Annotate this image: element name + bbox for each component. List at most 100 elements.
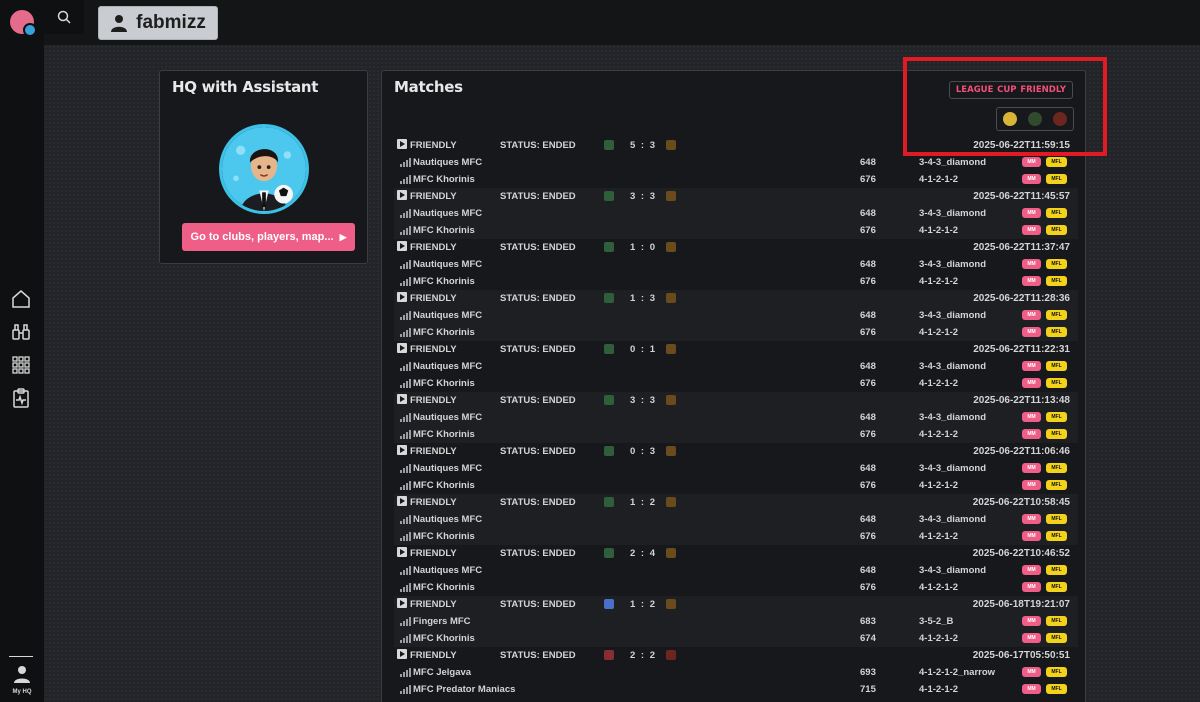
mm-badge[interactable]: MM xyxy=(1022,463,1041,473)
mfl-badge[interactable]: MFL xyxy=(1046,259,1067,269)
mfl-badge[interactable]: MFL xyxy=(1046,412,1067,422)
play-icon[interactable] xyxy=(397,139,407,149)
mm-badge[interactable]: MM xyxy=(1022,157,1041,167)
match-item[interactable]: FRIENDLY STATUS: ENDED 5 : 3 2025-06-22T… xyxy=(394,137,1078,188)
home-team-name[interactable]: Nautiques MFC xyxy=(413,514,482,525)
mm-badge[interactable]: MM xyxy=(1022,259,1041,269)
mfl-badge[interactable]: MFL xyxy=(1046,276,1067,286)
play-icon[interactable] xyxy=(397,241,407,251)
league-trophy-icon[interactable] xyxy=(1002,112,1017,126)
mfl-badge[interactable]: MFL xyxy=(1046,633,1067,643)
play-icon[interactable] xyxy=(397,496,407,506)
mm-badge[interactable]: MM xyxy=(1022,616,1041,626)
mm-badge[interactable]: MM xyxy=(1022,208,1041,218)
my-hq-button[interactable]: My HQ xyxy=(8,664,36,695)
mfl-badge[interactable]: MFL xyxy=(1046,531,1067,541)
mm-badge[interactable]: MM xyxy=(1022,378,1041,388)
clipboard-pulse-icon[interactable] xyxy=(10,387,32,409)
go-to-clubs-button[interactable]: Go to clubs, players, map... ▶ xyxy=(182,223,355,251)
play-icon[interactable] xyxy=(397,190,407,200)
mfl-badge[interactable]: MFL xyxy=(1046,208,1067,218)
match-item[interactable]: FRIENDLY STATUS: ENDED 3 : 3 2025-06-22T… xyxy=(394,392,1078,443)
mm-badge[interactable]: MM xyxy=(1022,514,1041,524)
away-team-name[interactable]: MFC Khorinis xyxy=(413,633,475,644)
play-icon[interactable] xyxy=(397,547,407,557)
away-team-name[interactable]: MFC Khorinis xyxy=(413,225,475,236)
home-team-name[interactable]: Fingers MFC xyxy=(413,616,471,627)
mfl-badge[interactable]: MFL xyxy=(1046,429,1067,439)
mm-badge[interactable]: MM xyxy=(1022,412,1041,422)
home-team-name[interactable]: Nautiques MFC xyxy=(413,565,482,576)
mfl-badge[interactable]: MFL xyxy=(1046,225,1067,235)
mm-badge[interactable]: MM xyxy=(1022,327,1041,337)
home-team-name[interactable]: Nautiques MFC xyxy=(413,259,482,270)
mm-badge[interactable]: MM xyxy=(1022,633,1041,643)
home-team-name[interactable]: Nautiques MFC xyxy=(413,310,482,321)
mfl-badge[interactable]: MFL xyxy=(1046,565,1067,575)
mm-badge[interactable]: MM xyxy=(1022,684,1041,694)
mfl-badge[interactable]: MFL xyxy=(1046,684,1067,694)
mm-badge[interactable]: MM xyxy=(1022,429,1041,439)
match-item[interactable]: FRIENDLY STATUS: ENDED 2 : 4 2025-06-22T… xyxy=(394,545,1078,596)
match-item[interactable]: FRIENDLY STATUS: ENDED 2 : 2 2025-06-17T… xyxy=(394,647,1078,698)
play-icon[interactable] xyxy=(397,598,407,608)
filter-cup[interactable]: CUP xyxy=(997,85,1016,95)
match-item[interactable]: FRIENDLY STATUS: ENDED 1 : 0 2025-06-22T… xyxy=(394,239,1078,290)
play-icon[interactable] xyxy=(397,649,407,659)
match-item[interactable]: FRIENDLY STATUS: ENDED 1 : 2 2025-06-18T… xyxy=(394,596,1078,647)
play-icon[interactable] xyxy=(397,394,407,404)
play-icon[interactable] xyxy=(397,343,407,353)
grid-icon[interactable] xyxy=(10,354,32,376)
profile-avatar[interactable] xyxy=(10,10,37,37)
mm-badge[interactable]: MM xyxy=(1022,276,1041,286)
play-icon[interactable] xyxy=(397,292,407,302)
filter-friendly[interactable]: FRIENDLY xyxy=(1020,85,1066,95)
mfl-badge[interactable]: MFL xyxy=(1046,310,1067,320)
mm-badge[interactable]: MM xyxy=(1022,582,1041,592)
mm-badge[interactable]: MM xyxy=(1022,310,1041,320)
mfl-badge[interactable]: MFL xyxy=(1046,667,1067,677)
home-team-name[interactable]: Nautiques MFC xyxy=(413,463,482,474)
mfl-badge[interactable]: MFL xyxy=(1046,378,1067,388)
away-team-name[interactable]: MFC Khorinis xyxy=(413,327,475,338)
mfl-badge[interactable]: MFL xyxy=(1046,582,1067,592)
away-team-name[interactable]: MFC Khorinis xyxy=(413,531,475,542)
mm-badge[interactable]: MM xyxy=(1022,174,1041,184)
away-team-name[interactable]: MFC Khorinis xyxy=(413,429,475,440)
home-team-name[interactable]: Nautiques MFC xyxy=(413,157,482,168)
mm-badge[interactable]: MM xyxy=(1022,667,1041,677)
match-item[interactable]: FRIENDLY STATUS: ENDED 1 : 3 2025-06-22T… xyxy=(394,290,1078,341)
mfl-badge[interactable]: MFL xyxy=(1046,480,1067,490)
away-team-name[interactable]: MFC Predator Maniacs xyxy=(413,684,515,695)
friendly-crest-icon[interactable] xyxy=(1053,112,1068,126)
mfl-badge[interactable]: MFL xyxy=(1046,616,1067,626)
home-team-name[interactable]: Nautiques MFC xyxy=(413,412,482,423)
match-item[interactable]: FRIENDLY STATUS: ENDED 1 : 2 2025-06-22T… xyxy=(394,494,1078,545)
mm-badge[interactable]: MM xyxy=(1022,361,1041,371)
mfl-badge[interactable]: MFL xyxy=(1046,514,1067,524)
user-button[interactable]: fabmizz xyxy=(98,6,218,40)
home-team-name[interactable]: Nautiques MFC xyxy=(413,361,482,372)
away-team-name[interactable]: MFC Khorinis xyxy=(413,378,475,389)
away-team-name[interactable]: MFC Khorinis xyxy=(413,480,475,491)
play-icon[interactable] xyxy=(397,445,407,455)
mm-badge[interactable]: MM xyxy=(1022,565,1041,575)
home-team-name[interactable]: Nautiques MFC xyxy=(413,208,482,219)
match-item[interactable]: FRIENDLY STATUS: ENDED 3 : 3 2025-06-22T… xyxy=(394,188,1078,239)
home-team-name[interactable]: MFC Jelgava xyxy=(413,667,471,678)
mm-badge[interactable]: MM xyxy=(1022,531,1041,541)
mm-badge[interactable]: MM xyxy=(1022,480,1041,490)
away-team-name[interactable]: MFC Khorinis xyxy=(413,582,475,593)
match-item[interactable]: FRIENDLY STATUS: ENDED 0 : 1 2025-06-22T… xyxy=(394,341,1078,392)
filter-league[interactable]: LEAGUE xyxy=(956,85,994,95)
cup-crest-icon[interactable] xyxy=(1027,112,1042,126)
mfl-badge[interactable]: MFL xyxy=(1046,174,1067,184)
away-team-name[interactable]: MFC Khorinis xyxy=(413,174,475,185)
mm-badge[interactable]: MM xyxy=(1022,225,1041,235)
search-button[interactable] xyxy=(44,0,84,34)
mfl-badge[interactable]: MFL xyxy=(1046,361,1067,371)
match-item[interactable]: FRIENDLY STATUS: ENDED 0 : 3 2025-06-22T… xyxy=(394,443,1078,494)
mfl-badge[interactable]: MFL xyxy=(1046,463,1067,473)
binoculars-icon[interactable] xyxy=(10,321,32,343)
mfl-badge[interactable]: MFL xyxy=(1046,327,1067,337)
